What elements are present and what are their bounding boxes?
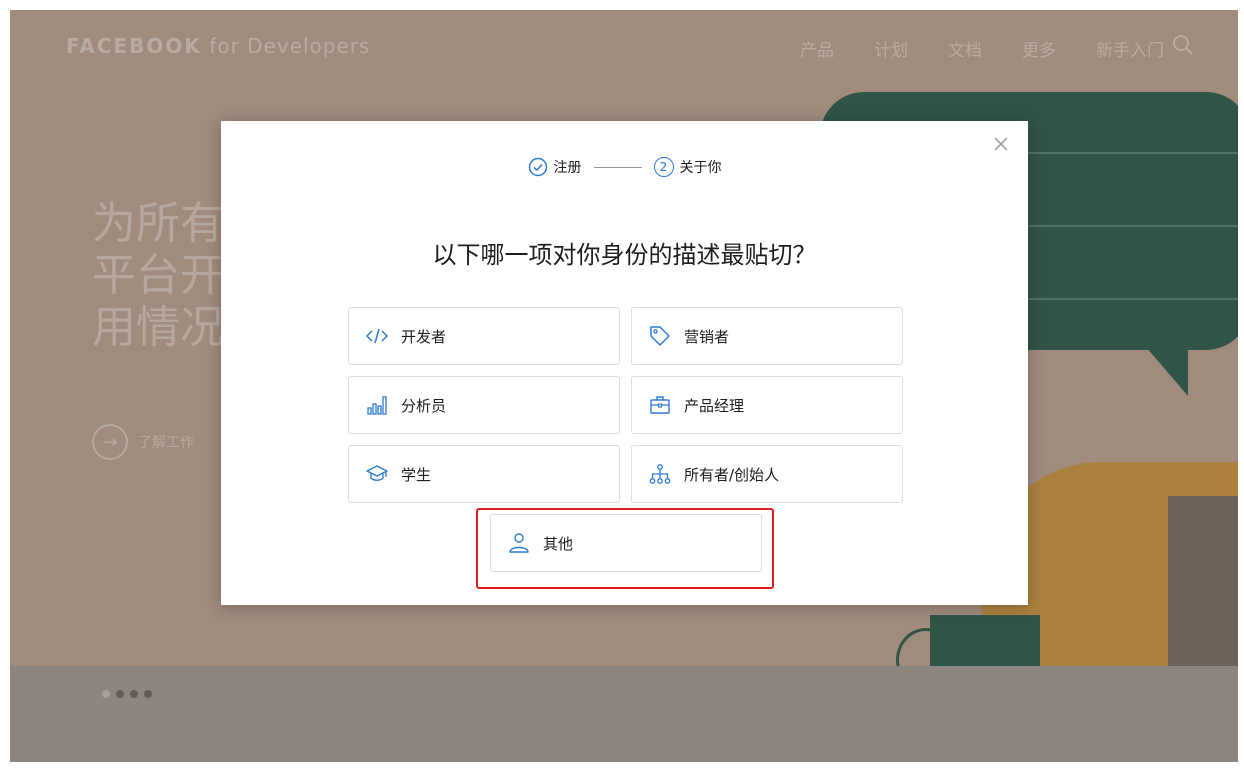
role-option-other[interactable]: 其他 <box>490 514 762 572</box>
role-option-label: 产品经理 <box>684 396 745 415</box>
org-chart-icon <box>649 464 671 484</box>
role-selection-dialog: 注册 2 关于你 以下哪一项对你身份的描述最贴切？ 开发者 营销者 分析员 产品… <box>221 121 1028 605</box>
bar-chart-icon <box>367 396 387 415</box>
dialog-title: 以下哪一项对你身份的描述最贴切？ <box>432 241 817 269</box>
code-icon <box>365 328 389 344</box>
close-icon[interactable] <box>992 135 1010 153</box>
step-about-you-label: 关于你 <box>679 160 722 176</box>
role-option-developer[interactable]: 开发者 <box>348 307 620 365</box>
role-option-label: 营销者 <box>684 327 730 346</box>
check-circle-icon <box>528 157 547 177</box>
step-divider <box>593 166 642 168</box>
role-options-grid: 开发者 营销者 分析员 产品经理 学生 所有者/创始人 <box>348 307 903 503</box>
person-icon <box>509 533 529 553</box>
tag-icon <box>650 326 670 346</box>
role-option-marketer[interactable]: 营销者 <box>631 307 903 365</box>
role-option-student[interactable]: 学生 <box>348 445 620 503</box>
role-option-label: 学生 <box>401 465 432 484</box>
role-option-owner-founder[interactable]: 所有者/创始人 <box>631 445 903 503</box>
role-option-label: 分析员 <box>401 396 447 415</box>
role-option-analyst[interactable]: 分析员 <box>348 376 620 434</box>
graduation-cap-icon <box>366 465 388 481</box>
step-register-label: 注册 <box>553 160 582 176</box>
role-option-product-manager[interactable]: 产品经理 <box>631 376 903 434</box>
step-number-badge: 2 <box>653 157 674 177</box>
signup-stepper: 注册 2 关于你 <box>221 157 1028 177</box>
briefcase-icon <box>650 396 670 414</box>
role-option-label: 其他 <box>543 534 574 553</box>
role-option-label: 开发者 <box>401 327 447 346</box>
role-option-label: 所有者/创始人 <box>684 465 780 484</box>
